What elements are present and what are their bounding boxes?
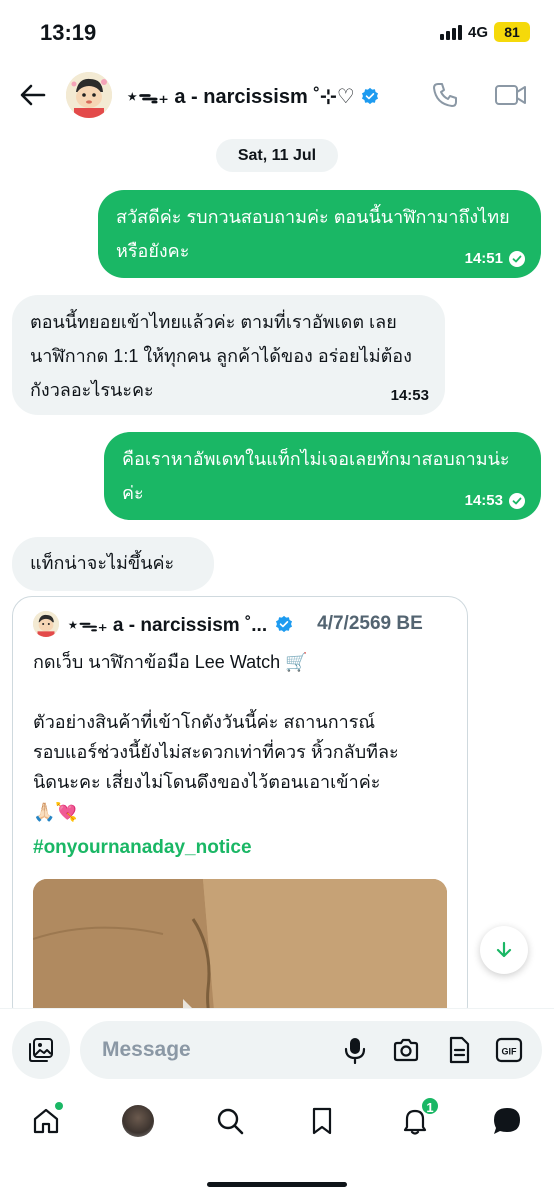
contact-name-text: ⋆ᯓ₊ a - narcissism ˚⊹♡ <box>126 86 355 108</box>
hashtag-link[interactable]: #onyournanaday_notice <box>33 837 252 859</box>
shared-post-card[interactable]: ⋆ᯓ₊ a - narcissism ˚... 4/7/2569 BE กดเว… <box>12 596 468 1026</box>
home-icon <box>33 1108 59 1134</box>
search-icon <box>217 1108 244 1135</box>
video-call-button[interactable] <box>494 80 528 110</box>
tab-home[interactable] <box>29 1102 63 1138</box>
notification-badge: 1 <box>420 1096 440 1116</box>
svg-text:GIF: GIF <box>502 1047 518 1057</box>
attach-file-button[interactable] <box>444 1035 474 1065</box>
bottom-navigation: 1 <box>0 1092 554 1152</box>
message-bubble-incoming[interactable]: แท็กน่าจะไม่ขึ้นค่ะ <box>12 537 214 591</box>
back-arrow-icon <box>20 84 46 106</box>
voice-message-button[interactable] <box>340 1035 370 1065</box>
signal-icon <box>439 24 462 40</box>
tab-messages[interactable] <box>490 1104 524 1138</box>
shared-post-header: ⋆ᯓ₊ a - narcissism ˚... 4/7/2569 BE <box>33 611 423 637</box>
message-meta: 14:53 <box>465 492 525 510</box>
network-type: 4G <box>467 23 488 41</box>
tab-notifications[interactable]: 1 <box>398 1096 440 1138</box>
status-bar: 13:19 4G 81 <box>0 0 554 66</box>
bookmark-icon <box>312 1107 332 1135</box>
message-time: 14:53 <box>390 387 429 404</box>
shared-post-author: ⋆ᯓ₊ a - narcissism ˚... <box>67 615 268 636</box>
status-indicators: 4G 81 <box>439 22 530 42</box>
read-check-icon <box>509 493 525 509</box>
read-check-icon <box>509 251 525 267</box>
message-bubble-outgoing[interactable]: สวัสดีค่ะ รบกวนสอบถามค่ะ ตอนนี้นาฬิกามาถ… <box>98 190 541 278</box>
message-box: GIF <box>80 1021 542 1079</box>
document-icon <box>449 1036 470 1064</box>
chat-header: ⋆ᯓ₊ a - narcissism ˚⊹♡ <box>0 66 554 130</box>
scroll-to-bottom-button[interactable] <box>480 926 528 974</box>
voice-call-button[interactable] <box>430 80 460 110</box>
message-text: สวัสดีค่ะ รบกวนสอบถามค่ะ ตอนนี้นาฬิกามาถ… <box>116 207 510 261</box>
message-text: คือเราหาอัพเดทในแท็กไม่เจอเลยทักมาสอบถาม… <box>122 449 510 503</box>
home-indicator <box>207 1182 347 1187</box>
status-time: 13:19 <box>40 20 97 45</box>
gif-button[interactable]: GIF <box>494 1035 524 1065</box>
message-time: 14:53 <box>464 492 503 509</box>
shared-post-image[interactable] <box>33 879 447 1025</box>
verified-badge-icon <box>276 615 293 633</box>
message-composer: GIF <box>0 1008 554 1088</box>
phone-icon <box>433 83 457 107</box>
gallery-button[interactable] <box>12 1021 70 1079</box>
message-time: 14:51 <box>464 250 503 267</box>
chat-bubble-icon <box>494 1108 520 1134</box>
new-posts-dot <box>55 1102 63 1110</box>
shared-post-text: กดเว็บ นาฬิกาข้อมือ Lee Watch 🛒 ตัวอย่าง… <box>33 647 453 827</box>
message-bubble-outgoing[interactable]: คือเราหาอัพเดทในแท็กไม่เจอเลยทักมาสอบถาม… <box>104 432 541 520</box>
tab-search[interactable] <box>213 1104 247 1138</box>
message-input[interactable] <box>102 1035 302 1065</box>
arrow-down-icon <box>496 941 512 958</box>
shared-post-line: ตัวอย่างสินค้าที่เข้าโกดังวันนี้ค่ะ สถาน… <box>33 712 376 732</box>
battery-level: 81 <box>494 22 530 42</box>
camera-icon <box>393 1038 419 1062</box>
verified-badge-icon <box>361 87 378 104</box>
message-meta: 14:51 <box>465 250 525 268</box>
gif-icon: GIF <box>495 1037 523 1063</box>
contact-name[interactable]: ⋆ᯓ₊ a - narcissism ˚⊹♡ <box>126 82 379 109</box>
video-camera-icon <box>495 85 526 105</box>
tab-profile[interactable] <box>121 1104 155 1138</box>
contact-avatar[interactable] <box>66 72 112 118</box>
profile-avatar <box>122 1105 154 1137</box>
shared-post-line: กดเว็บ นาฬิกาข้อมือ Lee Watch 🛒 <box>33 652 308 672</box>
date-separator: Sat, 11 Jul <box>216 139 338 172</box>
message-text: ตอนนี้ทยอยเข้าไทยแล้วค่ะ ตามที่เราอัพเดต… <box>30 312 412 400</box>
shared-post-line: นิดนะคะ เสี่ยงไม่โดนดึงของไว้ตอนเอาเข้าค… <box>33 772 381 792</box>
camera-button[interactable] <box>391 1035 421 1065</box>
back-button[interactable] <box>18 80 48 110</box>
microphone-icon <box>344 1038 366 1064</box>
message-bubble-incoming[interactable]: ตอนนี้ทยอยเข้าไทยแล้วค่ะ ตามที่เราอัพเดต… <box>12 295 445 415</box>
shared-post-date: 4/7/2569 BE <box>317 613 423 634</box>
shared-post-line: รอบแอร์ช่วงนี้ยังไม่สะดวกเท่าที่ควร หิ้ว… <box>33 742 399 762</box>
gallery-icon <box>29 1038 53 1062</box>
message-text: แท็กน่าจะไม่ขึ้นค่ะ <box>30 553 175 573</box>
tab-bookmarks[interactable] <box>305 1104 339 1138</box>
message-meta: 14:53 <box>391 387 429 405</box>
shared-post-line: 🙏🏻💘 <box>33 802 78 822</box>
shared-post-avatar <box>33 611 59 637</box>
